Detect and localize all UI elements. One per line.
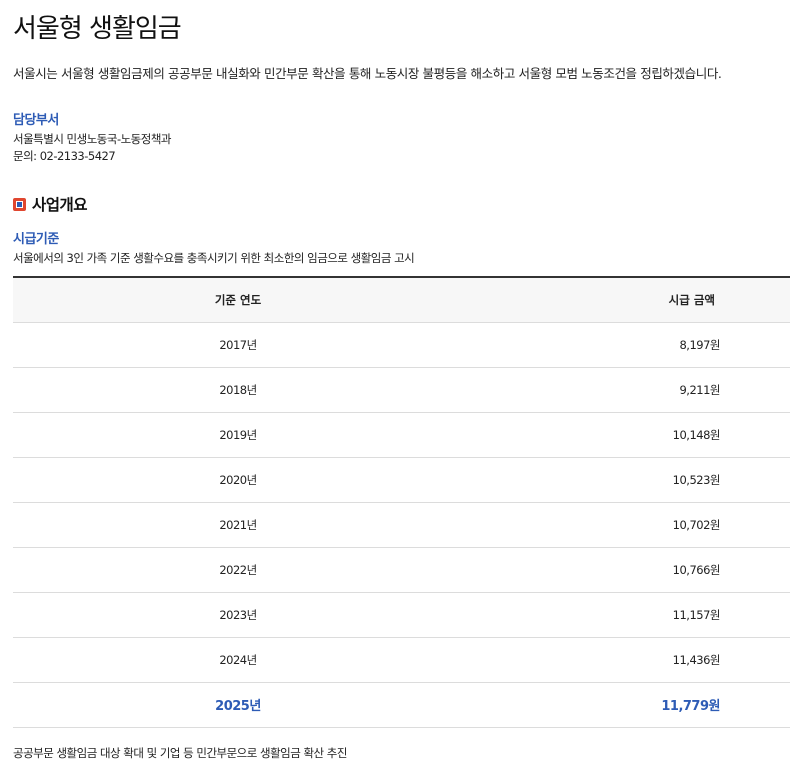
table-header-row: 기준 연도 시급 금액 xyxy=(13,277,790,323)
department-contact: 문의: 02-2133-5427 xyxy=(13,149,116,163)
section-heading: 사업개요 xyxy=(13,193,88,215)
row-amount: 10,766원 xyxy=(463,547,790,593)
wage-table: 기준 연도 시급 금액 2017년 8,197원 2018년 9,211원 20… xyxy=(13,276,790,728)
table-row: 2023년 11,157원 xyxy=(13,592,790,638)
row-amount: 8,197원 xyxy=(463,322,790,368)
row-year: 2022년 xyxy=(13,547,463,593)
row-year: 2019년 xyxy=(13,412,463,458)
row-amount: 11,436원 xyxy=(463,637,790,683)
sub-description: 서울에서의 3인 가족 기준 생활수요를 충족시키기 위한 최소한의 임금으로 … xyxy=(13,251,415,265)
table-row: 2018년 9,211원 xyxy=(13,367,790,413)
sub-heading: 시급기준 xyxy=(13,232,59,247)
column-header-year: 기준 연도 xyxy=(13,277,463,323)
table-row: 2019년 10,148원 xyxy=(13,412,790,458)
row-year: 2025년 xyxy=(13,682,463,728)
page-intro: 서울시는 서울형 생활임금제의 공공부문 내실화와 민간부문 확산을 통해 노동… xyxy=(13,66,722,81)
row-amount: 9,211원 xyxy=(463,367,790,413)
row-amount: 10,523원 xyxy=(463,457,790,503)
department-heading: 담당부서 xyxy=(13,113,59,128)
row-year: 2017년 xyxy=(13,322,463,368)
section-title: 사업개요 xyxy=(32,196,88,214)
table-row: 2022년 10,766원 xyxy=(13,547,790,593)
row-year: 2020년 xyxy=(13,457,463,503)
row-amount: 10,148원 xyxy=(463,412,790,458)
row-year: 2021년 xyxy=(13,502,463,548)
row-year: 2018년 xyxy=(13,367,463,413)
footer-text: 공공부문 생활임금 대상 확대 및 기업 등 민간부문으로 생활임금 확산 추진 xyxy=(13,746,347,760)
row-amount: 10,702원 xyxy=(463,502,790,548)
page-title: 서울형 생활임금 xyxy=(13,14,182,44)
table-row: 2024년 11,436원 xyxy=(13,637,790,683)
row-year: 2024년 xyxy=(13,637,463,683)
table-row: 2021년 10,702원 xyxy=(13,502,790,548)
column-header-amount: 시급 금액 xyxy=(463,277,790,323)
row-amount: 11,779원 xyxy=(463,682,790,728)
table-row-current-year: 2025년 11,779원 xyxy=(13,682,790,728)
department-name: 서울특별시 민생노동국-노동정책과 xyxy=(13,132,172,146)
row-amount: 11,157원 xyxy=(463,592,790,638)
row-year: 2023년 xyxy=(13,592,463,638)
table-row: 2020년 10,523원 xyxy=(13,457,790,503)
table-row: 2017년 8,197원 xyxy=(13,322,790,368)
square-bullet-icon xyxy=(13,197,26,211)
